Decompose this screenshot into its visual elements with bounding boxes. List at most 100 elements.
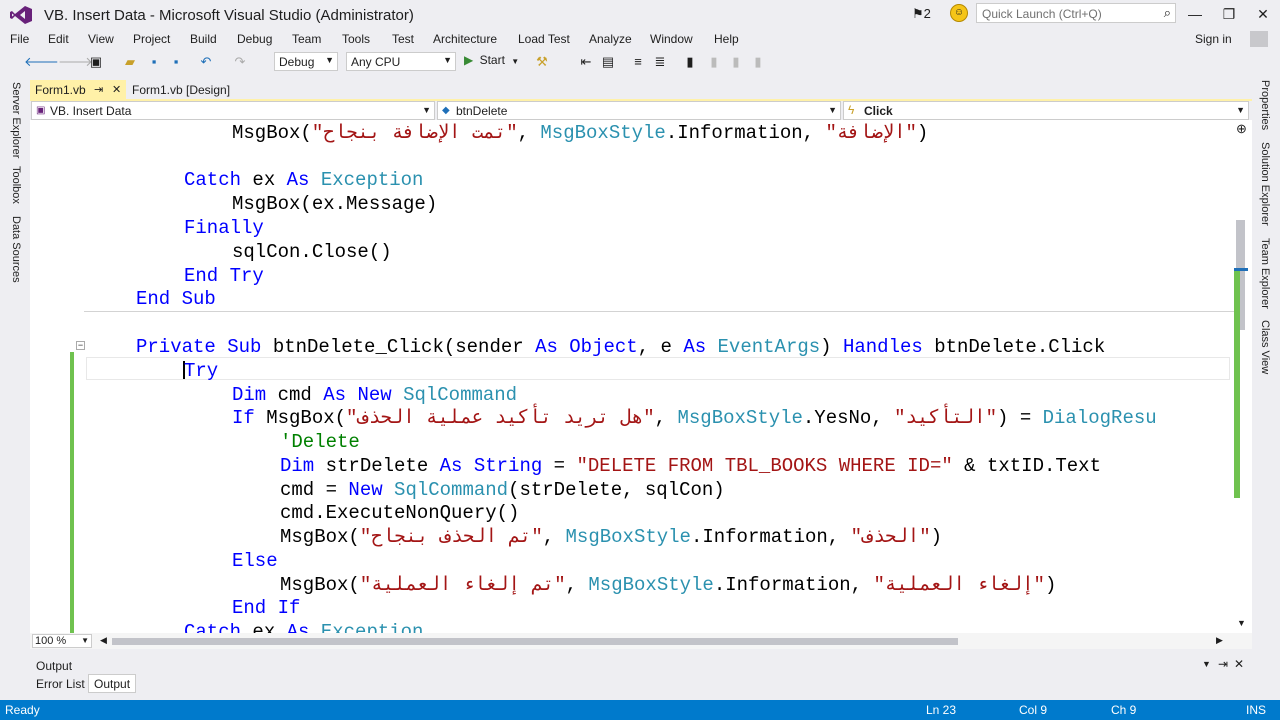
code-line[interactable]: 'Delete (280, 431, 360, 454)
menu-file[interactable]: File (10, 32, 29, 46)
next-bookmark-icon[interactable]: ▮ (728, 54, 744, 70)
event-dropdown[interactable]: ϟ Click ▼ (843, 101, 1249, 120)
menu-team[interactable]: Team (292, 32, 321, 46)
undo-icon[interactable]: ↶ (198, 54, 214, 70)
server-explorer-tab[interactable]: Server Explorer (10, 82, 22, 158)
code-editor[interactable]: − MsgBox("تمت الإضافة بنجاح", MsgBoxStyl… (30, 120, 1234, 633)
menu-load-test[interactable]: Load Test (518, 32, 570, 46)
code-token: As (683, 336, 707, 358)
open-folder-icon[interactable]: ▰ (122, 54, 138, 70)
tab-output[interactable]: Output (88, 674, 136, 693)
code-line[interactable]: Dim cmd As New SqlCommand (232, 384, 517, 407)
class-view-tab[interactable]: Class View (1259, 320, 1271, 374)
data-sources-tab[interactable]: Data Sources (10, 216, 22, 283)
save-icon[interactable]: ▪ (146, 54, 162, 70)
menu-tools[interactable]: Tools (342, 32, 370, 46)
minimize-button[interactable]: — (1180, 4, 1210, 24)
status-ready: Ready (5, 703, 40, 717)
sign-in-link[interactable]: Sign in (1195, 32, 1232, 46)
toolbar-icon-b[interactable]: ▤ (600, 54, 616, 70)
chevron-down-icon[interactable]: ▼ (1202, 659, 1211, 669)
find-in-files-icon[interactable]: ⚒ (534, 54, 550, 70)
code-lines: MsgBox("تمت الإضافة بنجاح", MsgBoxStyle.… (30, 120, 1234, 633)
horizontal-scroll-area: 100 % ▼ ◀ ▶ (30, 633, 1252, 649)
code-line[interactable]: cmd = New SqlCommand(strDelete, sqlCon) (280, 479, 725, 502)
account-icon[interactable] (1250, 31, 1268, 47)
solution-configuration-dropdown[interactable]: Debug ▼ (274, 52, 338, 71)
code-line[interactable]: Else (232, 550, 278, 573)
redo-icon[interactable]: ↷ (232, 54, 248, 70)
quick-launch-input[interactable]: Quick Launch (Ctrl+Q) ⌕ (976, 3, 1176, 23)
code-line[interactable]: Private Sub btnDelete_Click(sender As Ob… (136, 336, 1105, 359)
scroll-right-icon[interactable]: ▶ (1216, 635, 1223, 646)
status-bar: Ready Ln 23 Col 9 Ch 9 INS (0, 700, 1280, 720)
menu-test[interactable]: Test (392, 32, 414, 46)
prev-bookmark-icon[interactable]: ▮ (706, 54, 722, 70)
close-panel-icon[interactable]: ✕ (1234, 657, 1244, 671)
toolbar-icon-a[interactable]: ⇤ (578, 54, 594, 70)
start-debugging-button[interactable]: ▶ Start ▼ (464, 53, 519, 71)
team-explorer-tab[interactable]: Team Explorer (1259, 238, 1271, 309)
platform-value: Any CPU (351, 55, 401, 69)
code-line[interactable]: Finally (184, 217, 264, 240)
menu-build[interactable]: Build (190, 32, 217, 46)
menu-help[interactable]: Help (714, 32, 739, 46)
project-dropdown[interactable]: ▣ VB. Insert Data ▼ (31, 101, 435, 120)
menu-analyze[interactable]: Analyze (589, 32, 632, 46)
bookmark-icon[interactable]: ▮ (682, 54, 698, 70)
tab-label: Error List (36, 677, 85, 691)
tab-form1-vb[interactable]: Form1.vb ⇥ ✕ (30, 80, 126, 100)
code-line[interactable]: MsgBox("تم إلغاء العملية", MsgBoxStyle.I… (280, 574, 1056, 597)
menu-edit[interactable]: Edit (48, 32, 69, 46)
split-window-icon[interactable]: ⊕ (1236, 121, 1247, 137)
menu-debug[interactable]: Debug (237, 32, 272, 46)
horizontal-scroll-thumb[interactable] (112, 638, 958, 645)
comment-lines-icon[interactable]: ≡ (630, 54, 646, 70)
properties-tab[interactable]: Properties (1259, 80, 1271, 130)
scroll-left-icon[interactable]: ◀ (100, 635, 107, 646)
menu-project[interactable]: Project (133, 32, 170, 46)
code-line[interactable]: Dim strDelete As String = "DELETE FROM T… (280, 455, 1101, 478)
clear-bookmarks-icon[interactable]: ▮ (750, 54, 766, 70)
uncomment-lines-icon[interactable]: ≣ (652, 54, 668, 70)
close-tab-icon[interactable]: ✕ (112, 83, 121, 96)
notifications-button[interactable]: ⚑2 (912, 6, 931, 22)
menu-view[interactable]: View (88, 32, 114, 46)
code-line[interactable]: End Try (184, 265, 264, 288)
forward-arrow-icon[interactable]: 🡒 (58, 54, 93, 70)
solution-explorer-tab[interactable]: Solution Explorer (1259, 142, 1271, 226)
menu-window[interactable]: Window (650, 32, 693, 46)
code-token: & txtID.Text (952, 455, 1101, 477)
menu-architecture[interactable]: Architecture (433, 32, 497, 46)
pin-icon[interactable]: ⇥ (94, 83, 103, 96)
solution-platform-dropdown[interactable]: Any CPU ▼ (346, 52, 456, 71)
pin-icon[interactable]: ⇥ (1218, 657, 1228, 671)
vertical-scrollbar[interactable]: ⊕ ▼ (1234, 120, 1252, 633)
code-line[interactable]: Try (184, 360, 218, 383)
tab-error-list[interactable]: Error List (30, 674, 88, 693)
restore-button[interactable]: ❐ (1214, 4, 1244, 24)
code-line[interactable]: MsgBox("تم الحذف بنجاح", MsgBoxStyle.Inf… (280, 526, 942, 549)
close-button[interactable]: ✕ (1248, 4, 1278, 24)
code-line[interactable]: Catch ex As Exception (184, 169, 423, 192)
save-all-icon[interactable]: ▪ (168, 54, 184, 70)
object-dropdown[interactable]: ◆ btnDelete ▼ (437, 101, 841, 120)
zoom-dropdown[interactable]: 100 % ▼ (32, 634, 92, 648)
tab-form1-design[interactable]: Form1.vb [Design] (126, 80, 266, 100)
code-line[interactable]: MsgBox("تمت الإضافة بنجاح", MsgBoxStyle.… (232, 122, 928, 145)
right-tool-rail: Properties Solution Explorer Team Explor… (1252, 74, 1280, 700)
code-line[interactable]: sqlCon.Close() (232, 241, 392, 264)
code-line[interactable]: MsgBox(ex.Message) (232, 193, 437, 216)
scroll-down-icon[interactable]: ▼ (1237, 618, 1246, 628)
notification-count: 2 (923, 6, 931, 21)
back-arrow-icon[interactable]: 🡐 (24, 54, 59, 70)
code-line[interactable]: cmd.ExecuteNonQuery() (280, 502, 519, 525)
code-line[interactable]: End Sub (136, 288, 216, 311)
code-line[interactable]: End If (232, 597, 300, 620)
code-line[interactable]: Catch ex As Exception (184, 621, 423, 633)
toolbox-tab[interactable]: Toolbox (10, 166, 22, 204)
new-project-icon[interactable]: ▣ (88, 54, 104, 70)
code-line[interactable]: If MsgBox("هل تريد تأكيد عملية الحذف", M… (232, 407, 1157, 430)
feedback-smiley-icon[interactable]: ☺ (950, 4, 968, 22)
